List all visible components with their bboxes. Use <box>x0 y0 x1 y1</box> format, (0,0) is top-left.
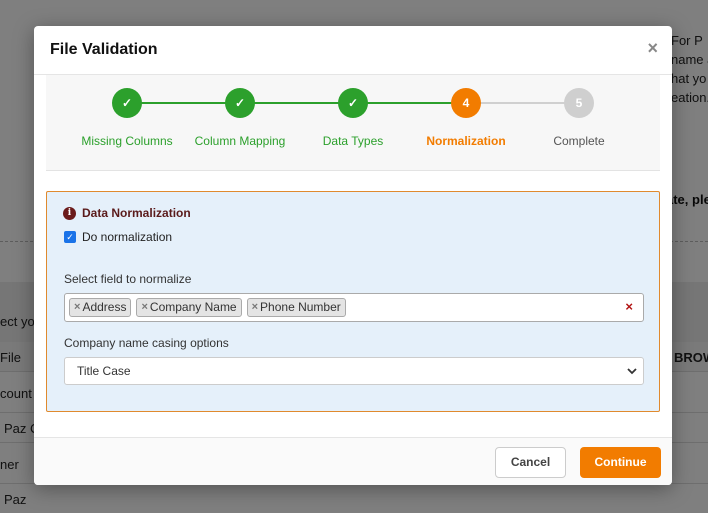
step-3-label: Data Types <box>322 134 384 148</box>
step-5-label: Complete <box>553 134 605 148</box>
panel-title: i Data Normalization <box>63 206 191 220</box>
normalization-panel: i Data Normalization ✓ Do normalization … <box>46 191 660 412</box>
modal-title: File Validation <box>50 41 158 58</box>
step-2-check-icon[interactable]: ✓ <box>225 88 255 118</box>
step-1-label: Missing Columns <box>81 134 173 148</box>
remove-tag-icon[interactable]: × <box>141 299 147 316</box>
casing-selected-value: Title Case <box>77 364 131 378</box>
tag-label: Phone Number <box>260 300 341 314</box>
do-normalization-row[interactable]: ✓ Do normalization <box>64 230 172 244</box>
modal-footer: Cancel Continue <box>34 437 672 485</box>
field-tag-address: × Address <box>69 298 132 317</box>
panel-title-text: Data Normalization <box>82 206 191 220</box>
do-normalization-label: Do normalization <box>82 230 173 244</box>
step-2-label: Column Mapping <box>194 134 286 148</box>
casing-select[interactable]: Title Case <box>64 357 644 385</box>
tag-label: Address <box>82 300 127 314</box>
remove-tag-icon[interactable]: × <box>252 299 258 316</box>
wizard-stepper: ✓ ✓ ✓ 4 5 Missing Columns Column Mapping… <box>46 75 660 171</box>
tag-label: Company Name <box>149 300 237 314</box>
info-circle-icon: i <box>63 206 76 220</box>
step-5-number[interactable]: 5 <box>564 88 594 118</box>
normalize-fields-multiselect[interactable]: × Address × Company Name × Phone Number … <box>64 293 644 322</box>
do-normalization-checkbox[interactable]: ✓ <box>64 231 76 243</box>
selected-fields: × Address × Company Name × Phone Number <box>69 298 346 317</box>
stepper-progress <box>127 102 466 104</box>
field-tag-company-name: × Company Name <box>136 298 242 317</box>
clear-all-icon[interactable]: × <box>625 299 633 314</box>
casing-options-label: Company name casing options <box>64 336 229 350</box>
step-3-check-icon[interactable]: ✓ <box>338 88 368 118</box>
step-1-check-icon[interactable]: ✓ <box>112 88 142 118</box>
file-validation-modal: File Validation × ✓ ✓ ✓ 4 5 Missing Colu… <box>34 26 672 485</box>
cancel-button[interactable]: Cancel <box>495 447 566 478</box>
chevron-down-icon <box>627 368 637 375</box>
modal-body: ✓ ✓ ✓ 4 5 Missing Columns Column Mapping… <box>34 75 672 437</box>
field-tag-phone-number: × Phone Number <box>246 298 346 317</box>
continue-button[interactable]: Continue <box>580 447 661 478</box>
step-4-number[interactable]: 4 <box>451 88 481 118</box>
close-icon[interactable]: × <box>647 38 658 58</box>
remove-tag-icon[interactable]: × <box>74 299 80 316</box>
field-select-label: Select field to normalize <box>64 272 192 286</box>
modal-header: File Validation × <box>34 26 672 75</box>
step-4-label: Normalization <box>426 134 506 148</box>
